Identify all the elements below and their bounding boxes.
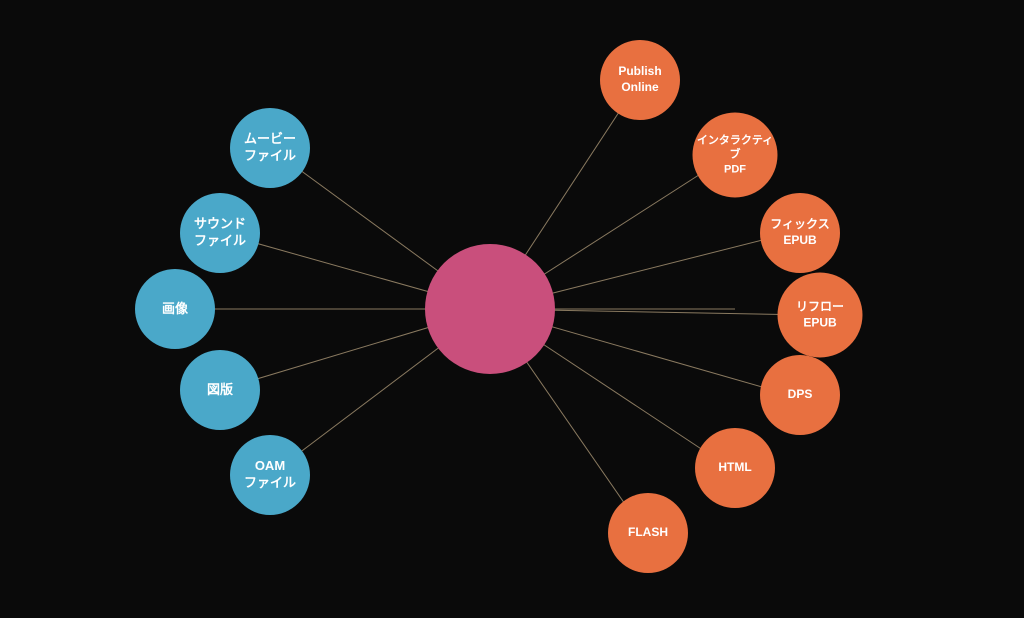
node-reflow-epub: リフローEPUB [778, 273, 863, 358]
node-oam-label: OAMファイル [244, 458, 296, 492]
node-fixed-epub: フィックスEPUB [760, 193, 840, 273]
node-publish: PublishOnline [600, 40, 680, 120]
node-sound-label: サウンドファイル [194, 216, 246, 250]
node-flash: FLASH [608, 493, 688, 573]
node-figure: 図版 [180, 350, 260, 430]
diagram: ムービーファイル サウンドファイル 画像 図版 OAMファイル PublishO… [0, 0, 1024, 618]
node-pdf: インタラクティブPDF [693, 113, 778, 198]
node-publish-label: PublishOnline [618, 64, 661, 95]
node-movie: ムービーファイル [230, 108, 310, 188]
node-sound: サウンドファイル [180, 193, 260, 273]
center-node [425, 244, 555, 374]
node-image: 画像 [135, 269, 215, 349]
node-html-label: HTML [718, 460, 751, 476]
node-dps-label: DPS [788, 387, 813, 403]
node-html: HTML [695, 428, 775, 508]
node-flash-label: FLASH [628, 525, 668, 541]
node-image-label: 画像 [162, 301, 188, 318]
node-figure-label: 図版 [207, 382, 233, 399]
node-pdf-label: インタラクティブPDF [693, 134, 778, 177]
node-fixed-epub-label: フィックスEPUB [770, 217, 829, 248]
node-movie-label: ムービーファイル [244, 131, 296, 165]
node-dps: DPS [760, 355, 840, 435]
node-reflow-epub-label: リフローEPUB [796, 299, 844, 330]
node-oam: OAMファイル [230, 435, 310, 515]
